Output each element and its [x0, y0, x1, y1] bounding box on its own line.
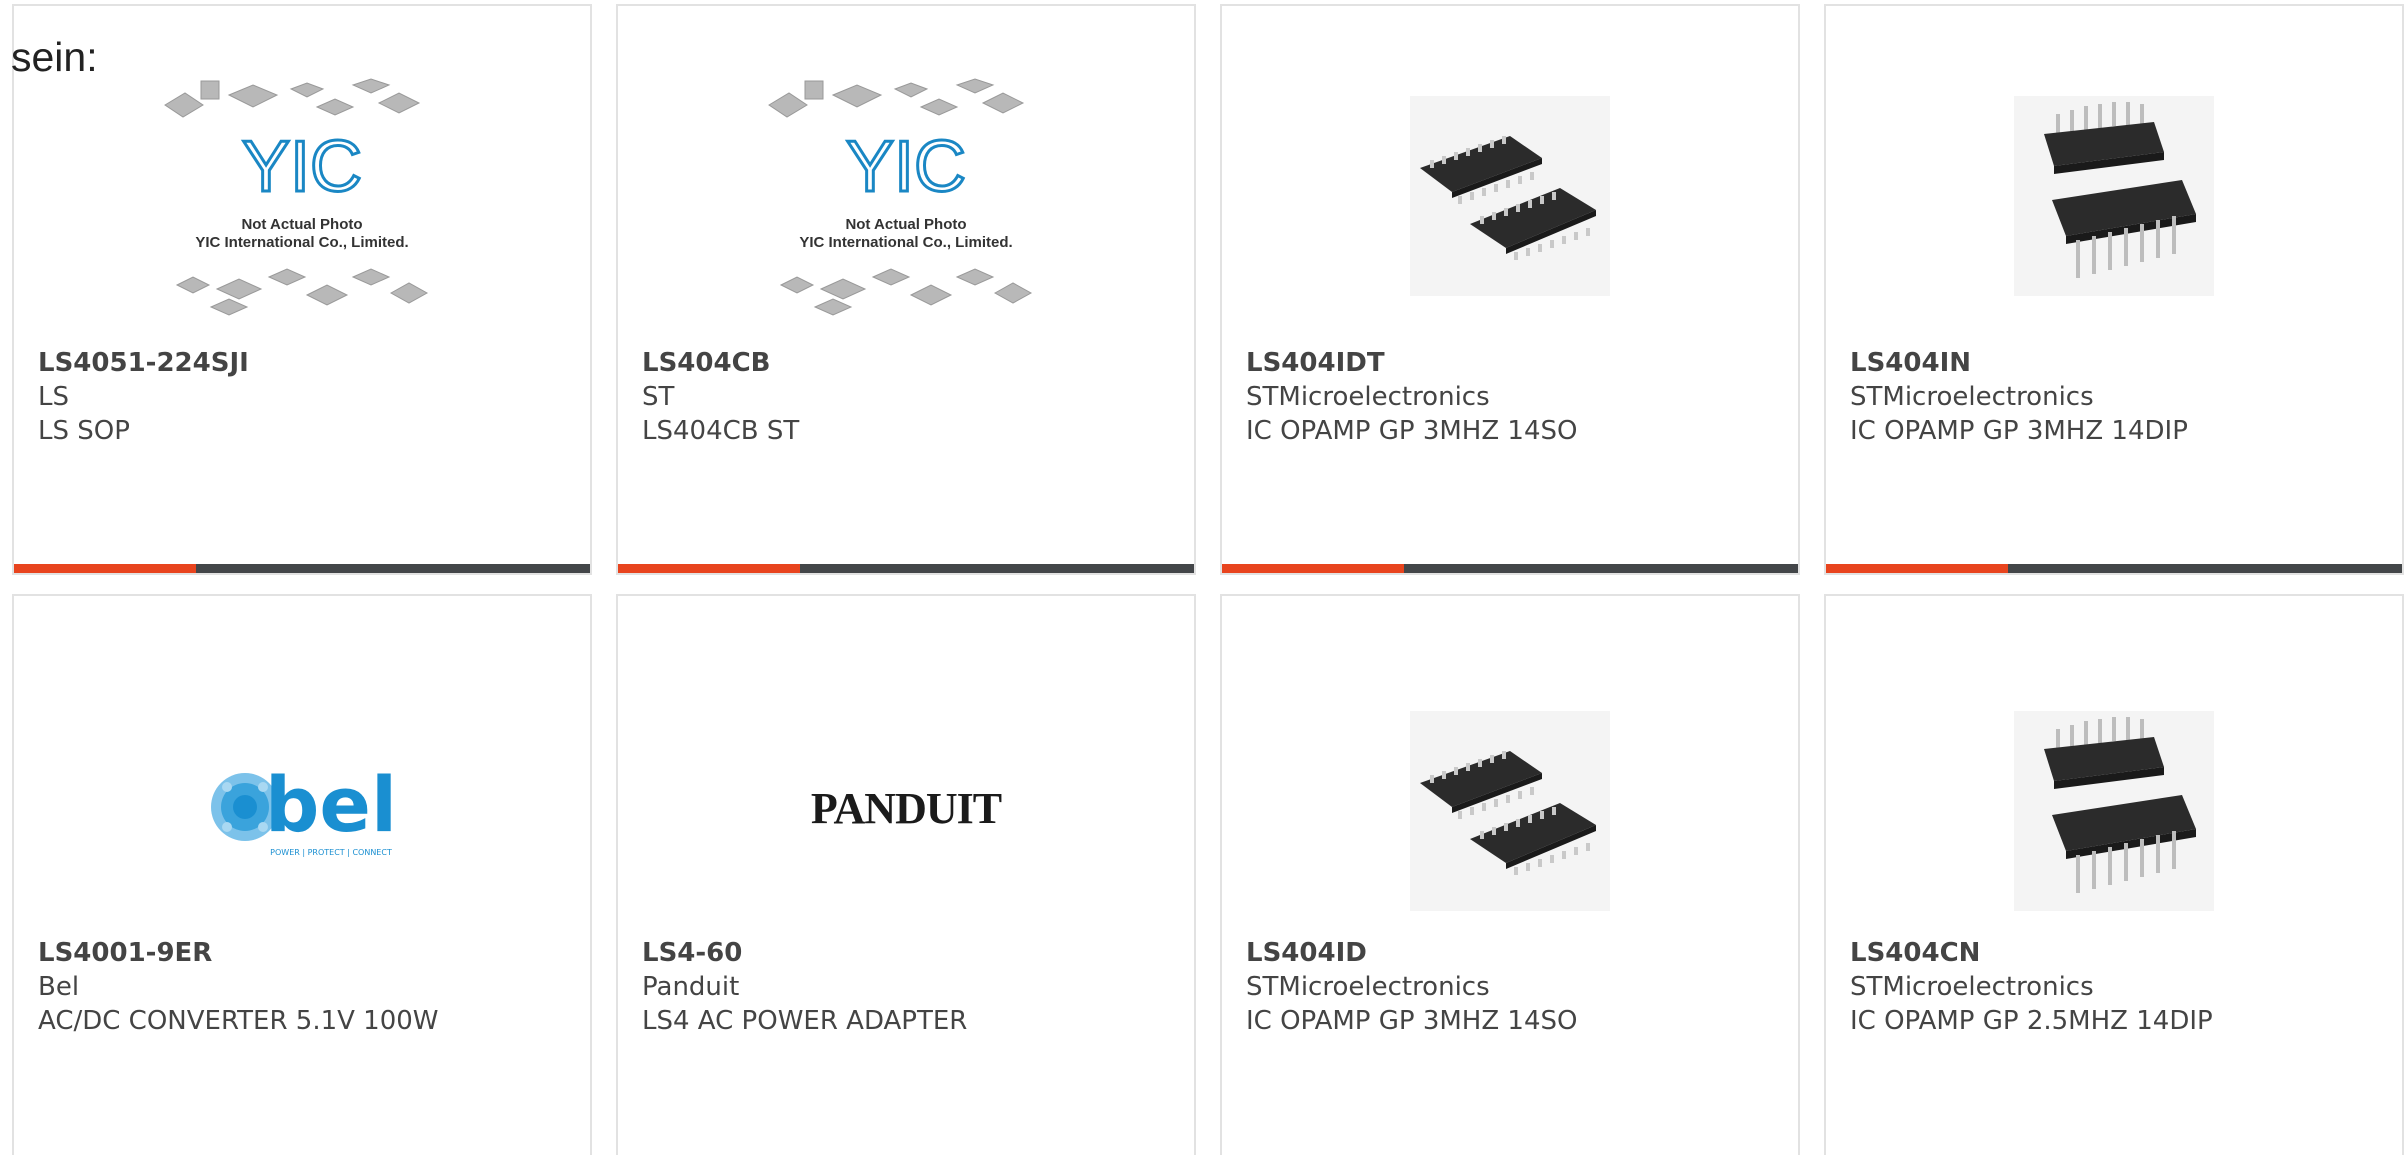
bel-tagline: POWER | PROTECT | CONNECT	[270, 848, 392, 857]
manufacturer: STMicroelectronics	[1850, 972, 2094, 1002]
description: LS SOP	[38, 416, 130, 446]
part-number[interactable]: LS4001-9ER	[38, 936, 574, 970]
panduit-logo: PANDUIT	[811, 784, 1003, 833]
description: LS4 AC POWER ADAPTER	[642, 1006, 968, 1036]
part-number[interactable]: LS404ID	[1246, 936, 1782, 970]
part-number[interactable]: LS4-60	[642, 936, 1178, 970]
product-grid: YIC Not Actual Photo YIC International C…	[12, 4, 2405, 1155]
product-card[interactable]: LS404CN STMicroelectronics IC OPAMP GP 2…	[1824, 594, 2404, 1155]
product-card[interactable]: LS404ID STMicroelectronics IC OPAMP GP 3…	[1220, 594, 1800, 1155]
product-info: LS404IN STMicroelectronics IC OPAMP GP 3…	[1850, 346, 2386, 448]
placeholder-line1: Not Actual Photo	[241, 216, 362, 233]
yic-logo: YIC	[846, 127, 966, 207]
description: IC OPAMP GP 3MHZ 14SO	[1246, 1006, 1578, 1036]
product-image[interactable]	[1826, 666, 2402, 956]
card-accent-bar	[1222, 564, 1798, 573]
product-info: LS404ID STMicroelectronics IC OPAMP GP 3…	[1246, 936, 1782, 1038]
product-card[interactable]: bel POWER | PROTECT | CONNECT LS4001-9ER…	[12, 594, 592, 1155]
product-card[interactable]: PANDUIT LS4-60 Panduit LS4 AC POWER ADAP…	[616, 594, 1196, 1155]
manufacturer: Bel	[38, 972, 80, 1002]
product-image[interactable]: YIC Not Actual Photo YIC International C…	[14, 26, 590, 366]
placeholder-line2: YIC International Co., Limited.	[195, 234, 408, 251]
dip-chip-photo	[2014, 711, 2214, 911]
part-number[interactable]: LS404CB	[642, 346, 1178, 380]
description: IC OPAMP GP 3MHZ 14DIP	[1850, 416, 2188, 446]
product-info: LS404CB ST LS404CB ST	[642, 346, 1178, 448]
manufacturer: Panduit	[642, 972, 740, 1002]
product-card[interactable]: LS404IN STMicroelectronics IC OPAMP GP 3…	[1824, 4, 2404, 575]
part-number[interactable]: LS4051-224SJI	[38, 346, 574, 380]
placeholder-line2: YIC International Co., Limited.	[799, 234, 1012, 251]
manufacturer: STMicroelectronics	[1850, 382, 2094, 412]
soic-chip-photo	[1410, 96, 1610, 296]
product-info: LS4-60 Panduit LS4 AC POWER ADAPTER	[642, 936, 1178, 1038]
placeholder-line1: Not Actual Photo	[845, 216, 966, 233]
panduit-wordmark: PANDUIT	[811, 784, 1002, 833]
not-actual-photo-placeholder: YIC Not Actual Photo YIC International C…	[164, 78, 429, 316]
description: LS404CB ST	[642, 416, 800, 446]
product-card[interactable]: YIC Not Actual Photo YIC International C…	[12, 4, 592, 575]
card-accent-bar	[1826, 564, 2402, 573]
product-info: LS404CN STMicroelectronics IC OPAMP GP 2…	[1850, 936, 2386, 1038]
product-info: LS404IDT STMicroelectronics IC OPAMP GP …	[1246, 346, 1782, 448]
manufacturer: LS	[38, 382, 69, 412]
not-actual-photo-placeholder: YIC Not Actual Photo YIC International C…	[768, 78, 1033, 316]
card-accent-bar	[14, 564, 590, 573]
manufacturer: ST	[642, 382, 675, 412]
bel-logo: bel POWER | PROTECT | CONNECT	[211, 761, 397, 857]
product-info: LS4051-224SJI LS LS SOP	[38, 346, 574, 448]
product-image[interactable]	[1222, 26, 1798, 366]
description: IC OPAMP GP 3MHZ 14SO	[1246, 416, 1578, 446]
bel-wordmark: bel	[265, 761, 397, 849]
description: IC OPAMP GP 2.5MHZ 14DIP	[1850, 1006, 2213, 1036]
product-image[interactable]	[1826, 26, 2402, 366]
part-number[interactable]: LS404CN	[1850, 936, 2386, 970]
intro-text: sein:	[11, 34, 98, 80]
product-info: LS4001-9ER Bel AC/DC CONVERTER 5.1V 100W	[38, 936, 574, 1038]
part-number[interactable]: LS404IN	[1850, 346, 2386, 380]
product-grid-page: sein: YIC Not Actual Photo YIC Internati…	[0, 0, 2405, 1155]
part-number[interactable]: LS404IDT	[1246, 346, 1782, 380]
product-image[interactable]: YIC Not Actual Photo YIC International C…	[618, 26, 1194, 366]
manufacturer: STMicroelectronics	[1246, 382, 1490, 412]
dip-chip-photo	[2014, 96, 2214, 296]
soic-chip-photo	[1410, 711, 1610, 911]
product-card[interactable]: LS404IDT STMicroelectronics IC OPAMP GP …	[1220, 4, 1800, 575]
product-image[interactable]: PANDUIT	[618, 666, 1194, 956]
product-image[interactable]	[1222, 666, 1798, 956]
description: AC/DC CONVERTER 5.1V 100W	[38, 1006, 439, 1036]
manufacturer: STMicroelectronics	[1246, 972, 1490, 1002]
product-card[interactable]: YIC Not Actual Photo YIC International C…	[616, 4, 1196, 575]
product-image[interactable]: bel POWER | PROTECT | CONNECT	[14, 666, 590, 956]
yic-logo: YIC	[242, 127, 362, 207]
card-accent-bar	[618, 564, 1194, 573]
